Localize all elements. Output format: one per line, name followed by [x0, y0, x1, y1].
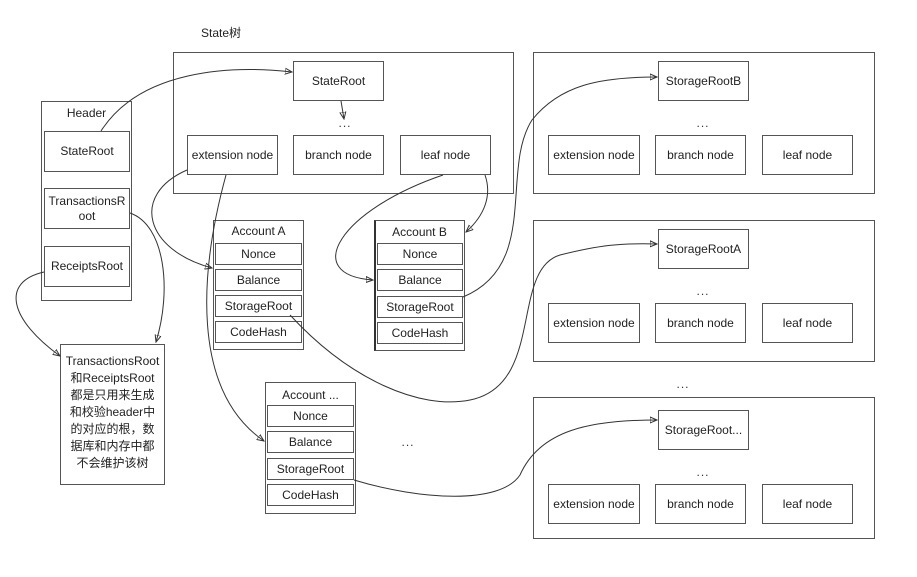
- state-branch-node[interactable]: branch node: [293, 135, 384, 175]
- state-extension-node[interactable]: extension node: [187, 135, 278, 175]
- header-transactionsroot[interactable]: TransactionsRoot: [44, 188, 130, 229]
- note-line: 据库和内存中都: [70, 439, 155, 453]
- storage-tree-a-root[interactable]: StorageRootA: [658, 229, 749, 269]
- storage-a-leaf-node[interactable]: leaf node: [762, 303, 853, 343]
- note-line: 都是只用来生成: [70, 388, 155, 402]
- storage-tree-more-ellipsis: ...: [696, 465, 710, 479]
- state-leaf-node[interactable]: leaf node: [400, 135, 491, 175]
- note-box: TransactionsRoot 和ReceiptsRoot 都是只用来生成 和…: [60, 344, 165, 485]
- storage-a-extension-node[interactable]: extension node: [548, 303, 640, 343]
- account-a-codehash[interactable]: CodeHash: [215, 321, 302, 343]
- header-label: Header: [66, 106, 107, 120]
- account-a-balance[interactable]: Balance: [215, 269, 302, 291]
- account-b-label: Account B: [392, 225, 447, 239]
- storage-more-branch-node[interactable]: branch node: [655, 484, 746, 524]
- note-line: 的对应的根，数: [70, 422, 155, 436]
- account-more-balance[interactable]: Balance: [267, 431, 354, 453]
- storage-more-extension-node[interactable]: extension node: [548, 484, 640, 524]
- storage-b-branch-node[interactable]: branch node: [655, 135, 746, 175]
- storage-tree-a-ellipsis: ...: [696, 284, 710, 298]
- state-tree-root[interactable]: StateRoot: [293, 61, 384, 101]
- storage-tree-more-root[interactable]: StorageRoot...: [658, 410, 749, 450]
- note-line: TransactionsRoot: [65, 354, 160, 368]
- storage-tree-b-ellipsis: ...: [696, 116, 710, 130]
- accounts-ellipsis: ...: [401, 435, 415, 449]
- note-line: 不会维护该树: [76, 456, 149, 470]
- account-more-codehash[interactable]: CodeHash: [267, 484, 354, 506]
- account-more-storageroot[interactable]: StorageRoot: [267, 458, 354, 480]
- header-stateroot[interactable]: StateRoot: [44, 131, 130, 172]
- storage-trees-ellipsis: ...: [676, 377, 690, 391]
- account-a-label: Account A: [231, 224, 286, 238]
- note-line: 和ReceiptsRoot: [70, 371, 155, 385]
- account-b-nonce[interactable]: Nonce: [377, 243, 463, 265]
- note-line: 和校验header中: [69, 405, 156, 419]
- state-tree-ellipsis: ...: [338, 116, 352, 130]
- account-b-codehash[interactable]: CodeHash: [377, 322, 463, 344]
- storage-a-branch-node[interactable]: branch node: [655, 303, 746, 343]
- account-a-storageroot[interactable]: StorageRoot: [215, 295, 302, 317]
- state-tree-title: State树: [200, 26, 242, 40]
- account-more-nonce[interactable]: Nonce: [267, 405, 354, 427]
- storage-tree-b-root[interactable]: StorageRootB: [658, 61, 749, 101]
- account-a-nonce[interactable]: Nonce: [215, 243, 302, 265]
- header-receiptsroot[interactable]: ReceiptsRoot: [44, 246, 130, 287]
- storage-b-extension-node[interactable]: extension node: [548, 135, 640, 175]
- account-b-storageroot[interactable]: StorageRoot: [377, 296, 463, 318]
- storage-more-leaf-node[interactable]: leaf node: [762, 484, 853, 524]
- account-more-label: Account ...: [282, 388, 339, 402]
- storage-b-leaf-node[interactable]: leaf node: [762, 135, 853, 175]
- arrow-transactionsroot-to-note: [129, 212, 165, 342]
- account-b-balance[interactable]: Balance: [377, 269, 463, 291]
